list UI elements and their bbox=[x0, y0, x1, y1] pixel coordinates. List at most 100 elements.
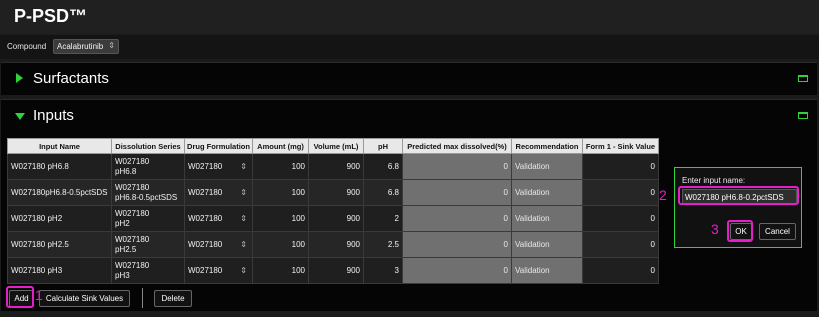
amount-cell[interactable]: 100 bbox=[252, 205, 309, 232]
table-row[interactable]: W027180pH6.8-0.5pctSDS W027180 pH6.8-0.5p… bbox=[7, 179, 659, 206]
predicted-cell: 0 bbox=[402, 179, 512, 206]
col-header[interactable]: Input Name bbox=[7, 138, 112, 154]
volume-cell[interactable]: 900 bbox=[308, 179, 364, 206]
compound-row: Compound Acalabrutinib ⇕ bbox=[0, 35, 819, 59]
ph-cell[interactable]: 6.8 bbox=[363, 153, 403, 180]
input-name-cell[interactable]: W027180 pH2.5 bbox=[7, 231, 112, 258]
recommendation-cell: Validation bbox=[511, 153, 583, 180]
col-header[interactable]: Volume (mL) bbox=[308, 138, 364, 154]
predicted-cell: 0 bbox=[402, 153, 512, 180]
sink-value-cell: 0 bbox=[582, 179, 659, 206]
step-1-label: 1 bbox=[35, 287, 43, 303]
drug-formulation-select[interactable]: W027180 ⇕ bbox=[184, 179, 253, 206]
amount-cell[interactable]: 100 bbox=[252, 257, 309, 284]
formulation-value: W027180 bbox=[188, 266, 223, 275]
recommendation-cell: Validation bbox=[511, 257, 583, 284]
input-name-field[interactable] bbox=[682, 189, 797, 204]
col-header[interactable]: Predicted max dissolved(%) bbox=[402, 138, 512, 154]
input-name-cell[interactable]: W027180 pH2 bbox=[7, 205, 112, 232]
ph-cell[interactable]: 3 bbox=[363, 257, 403, 284]
drug-formulation-select[interactable]: W027180 ⇕ bbox=[184, 257, 253, 284]
series-line: pH2.5 bbox=[115, 244, 137, 254]
updown-arrows-icon: ⇕ bbox=[240, 188, 247, 197]
expand-arrow-icon bbox=[16, 73, 23, 83]
volume-cell[interactable]: 900 bbox=[308, 231, 364, 258]
recommendation-cell: Validation bbox=[511, 179, 583, 206]
window-icon[interactable] bbox=[798, 112, 808, 119]
series-line: pH2 bbox=[115, 218, 130, 228]
delete-button[interactable]: Delete bbox=[154, 290, 192, 307]
surfactants-title: Surfactants bbox=[33, 70, 109, 87]
amount-cell[interactable]: 100 bbox=[252, 153, 309, 180]
predicted-cell: 0 bbox=[402, 257, 512, 284]
series-line: W027180 bbox=[115, 234, 150, 244]
updown-arrows-icon: ⇕ bbox=[240, 266, 247, 275]
series-line: pH6.8-0.5pctSDS bbox=[115, 192, 178, 202]
window-icon[interactable] bbox=[798, 75, 808, 82]
add-button[interactable]: Add bbox=[9, 290, 34, 307]
series-line: W027180 bbox=[115, 182, 150, 192]
predicted-cell: 0 bbox=[402, 231, 512, 258]
volume-cell[interactable]: 900 bbox=[308, 153, 364, 180]
title-bar: P-PSD™ bbox=[0, 0, 819, 34]
formulation-value: W027180 bbox=[188, 214, 223, 223]
table-row[interactable]: W027180 pH3 W027180 pH3 W027180 ⇕ 100 900 … bbox=[7, 257, 659, 284]
recommendation-cell: Validation bbox=[511, 205, 583, 232]
dissolution-series-cell[interactable]: W027180 pH3 bbox=[111, 257, 185, 284]
dissolution-series-cell[interactable]: W027180 pH2 bbox=[111, 205, 185, 232]
col-header[interactable]: Drug Formulation bbox=[184, 138, 253, 154]
calculate-sink-values-button[interactable]: Calculate Sink Values bbox=[39, 290, 130, 307]
ok-button[interactable]: OK bbox=[730, 223, 752, 240]
compound-label: Compound bbox=[7, 42, 47, 51]
updown-arrows-icon: ⇕ bbox=[108, 41, 115, 50]
dialog-prompt: Enter input name: bbox=[682, 176, 746, 185]
compound-value: Acalabrutinib bbox=[57, 42, 104, 51]
volume-cell[interactable]: 900 bbox=[308, 257, 364, 284]
dissolution-series-cell[interactable]: W027180 pH2.5 bbox=[111, 231, 185, 258]
table-header-row: Input Name Dissolution Series Drug Formu… bbox=[7, 138, 659, 154]
dissolution-series-cell[interactable]: W027180 pH6.8-0.5pctSDS bbox=[111, 179, 185, 206]
series-line: W027180 bbox=[115, 156, 150, 166]
collapse-arrow-icon bbox=[15, 113, 25, 120]
cancel-button[interactable]: Cancel bbox=[759, 223, 796, 240]
inputs-title: Inputs bbox=[33, 107, 74, 124]
table-row[interactable]: W027180 pH2 W027180 pH2 W027180 ⇕ 100 900 … bbox=[7, 205, 659, 232]
col-header[interactable]: pH bbox=[363, 138, 403, 154]
sink-value-cell: 0 bbox=[582, 205, 659, 232]
ph-cell[interactable]: 2.5 bbox=[363, 231, 403, 258]
compound-select[interactable]: Acalabrutinib ⇕ bbox=[53, 39, 119, 54]
sink-value-cell: 0 bbox=[582, 231, 659, 258]
surfactants-header[interactable]: Surfactants bbox=[1, 63, 817, 94]
amount-cell[interactable]: 100 bbox=[252, 231, 309, 258]
drug-formulation-select[interactable]: W027180 ⇕ bbox=[184, 153, 253, 180]
input-name-dialog: Enter input name: OK Cancel bbox=[674, 167, 802, 248]
input-name-cell[interactable]: W027180pH6.8-0.5pctSDS bbox=[7, 179, 112, 206]
table-row[interactable]: W027180 pH2.5 W027180 pH2.5 W027180 ⇕ 100 … bbox=[7, 231, 659, 258]
drug-formulation-select[interactable]: W027180 ⇕ bbox=[184, 231, 253, 258]
updown-arrows-icon: ⇕ bbox=[240, 162, 247, 171]
drug-formulation-select[interactable]: W027180 ⇕ bbox=[184, 205, 253, 232]
input-name-cell[interactable]: W027180 pH6.8 bbox=[7, 153, 112, 180]
table-row[interactable]: W027180 pH6.8 W027180 pH6.8 W027180 ⇕ 100 … bbox=[7, 153, 659, 180]
ph-cell[interactable]: 6.8 bbox=[363, 179, 403, 206]
input-name-cell[interactable]: W027180 pH3 bbox=[7, 257, 112, 284]
col-header[interactable]: Amount (mg) bbox=[252, 138, 309, 154]
col-header[interactable]: Dissolution Series bbox=[111, 138, 185, 154]
sink-value-cell: 0 bbox=[582, 153, 659, 180]
series-line: pH6.8 bbox=[115, 166, 137, 176]
inputs-header[interactable]: Inputs bbox=[1, 100, 817, 131]
formulation-value: W027180 bbox=[188, 162, 223, 171]
dissolution-series-cell[interactable]: W027180 pH6.8 bbox=[111, 153, 185, 180]
app-title: P-PSD™ bbox=[14, 6, 88, 26]
col-header[interactable]: Form 1 - Sink Value bbox=[582, 138, 659, 154]
step-2-label: 2 bbox=[659, 187, 667, 203]
formulation-value: W027180 bbox=[188, 240, 223, 249]
inputs-table: Input Name Dissolution Series Drug Formu… bbox=[7, 138, 659, 284]
updown-arrows-icon: ⇕ bbox=[240, 240, 247, 249]
ph-cell[interactable]: 2 bbox=[363, 205, 403, 232]
volume-cell[interactable]: 900 bbox=[308, 205, 364, 232]
col-header[interactable]: Recommendation bbox=[511, 138, 583, 154]
series-line: W027180 bbox=[115, 208, 150, 218]
button-separator bbox=[142, 288, 143, 308]
amount-cell[interactable]: 100 bbox=[252, 179, 309, 206]
